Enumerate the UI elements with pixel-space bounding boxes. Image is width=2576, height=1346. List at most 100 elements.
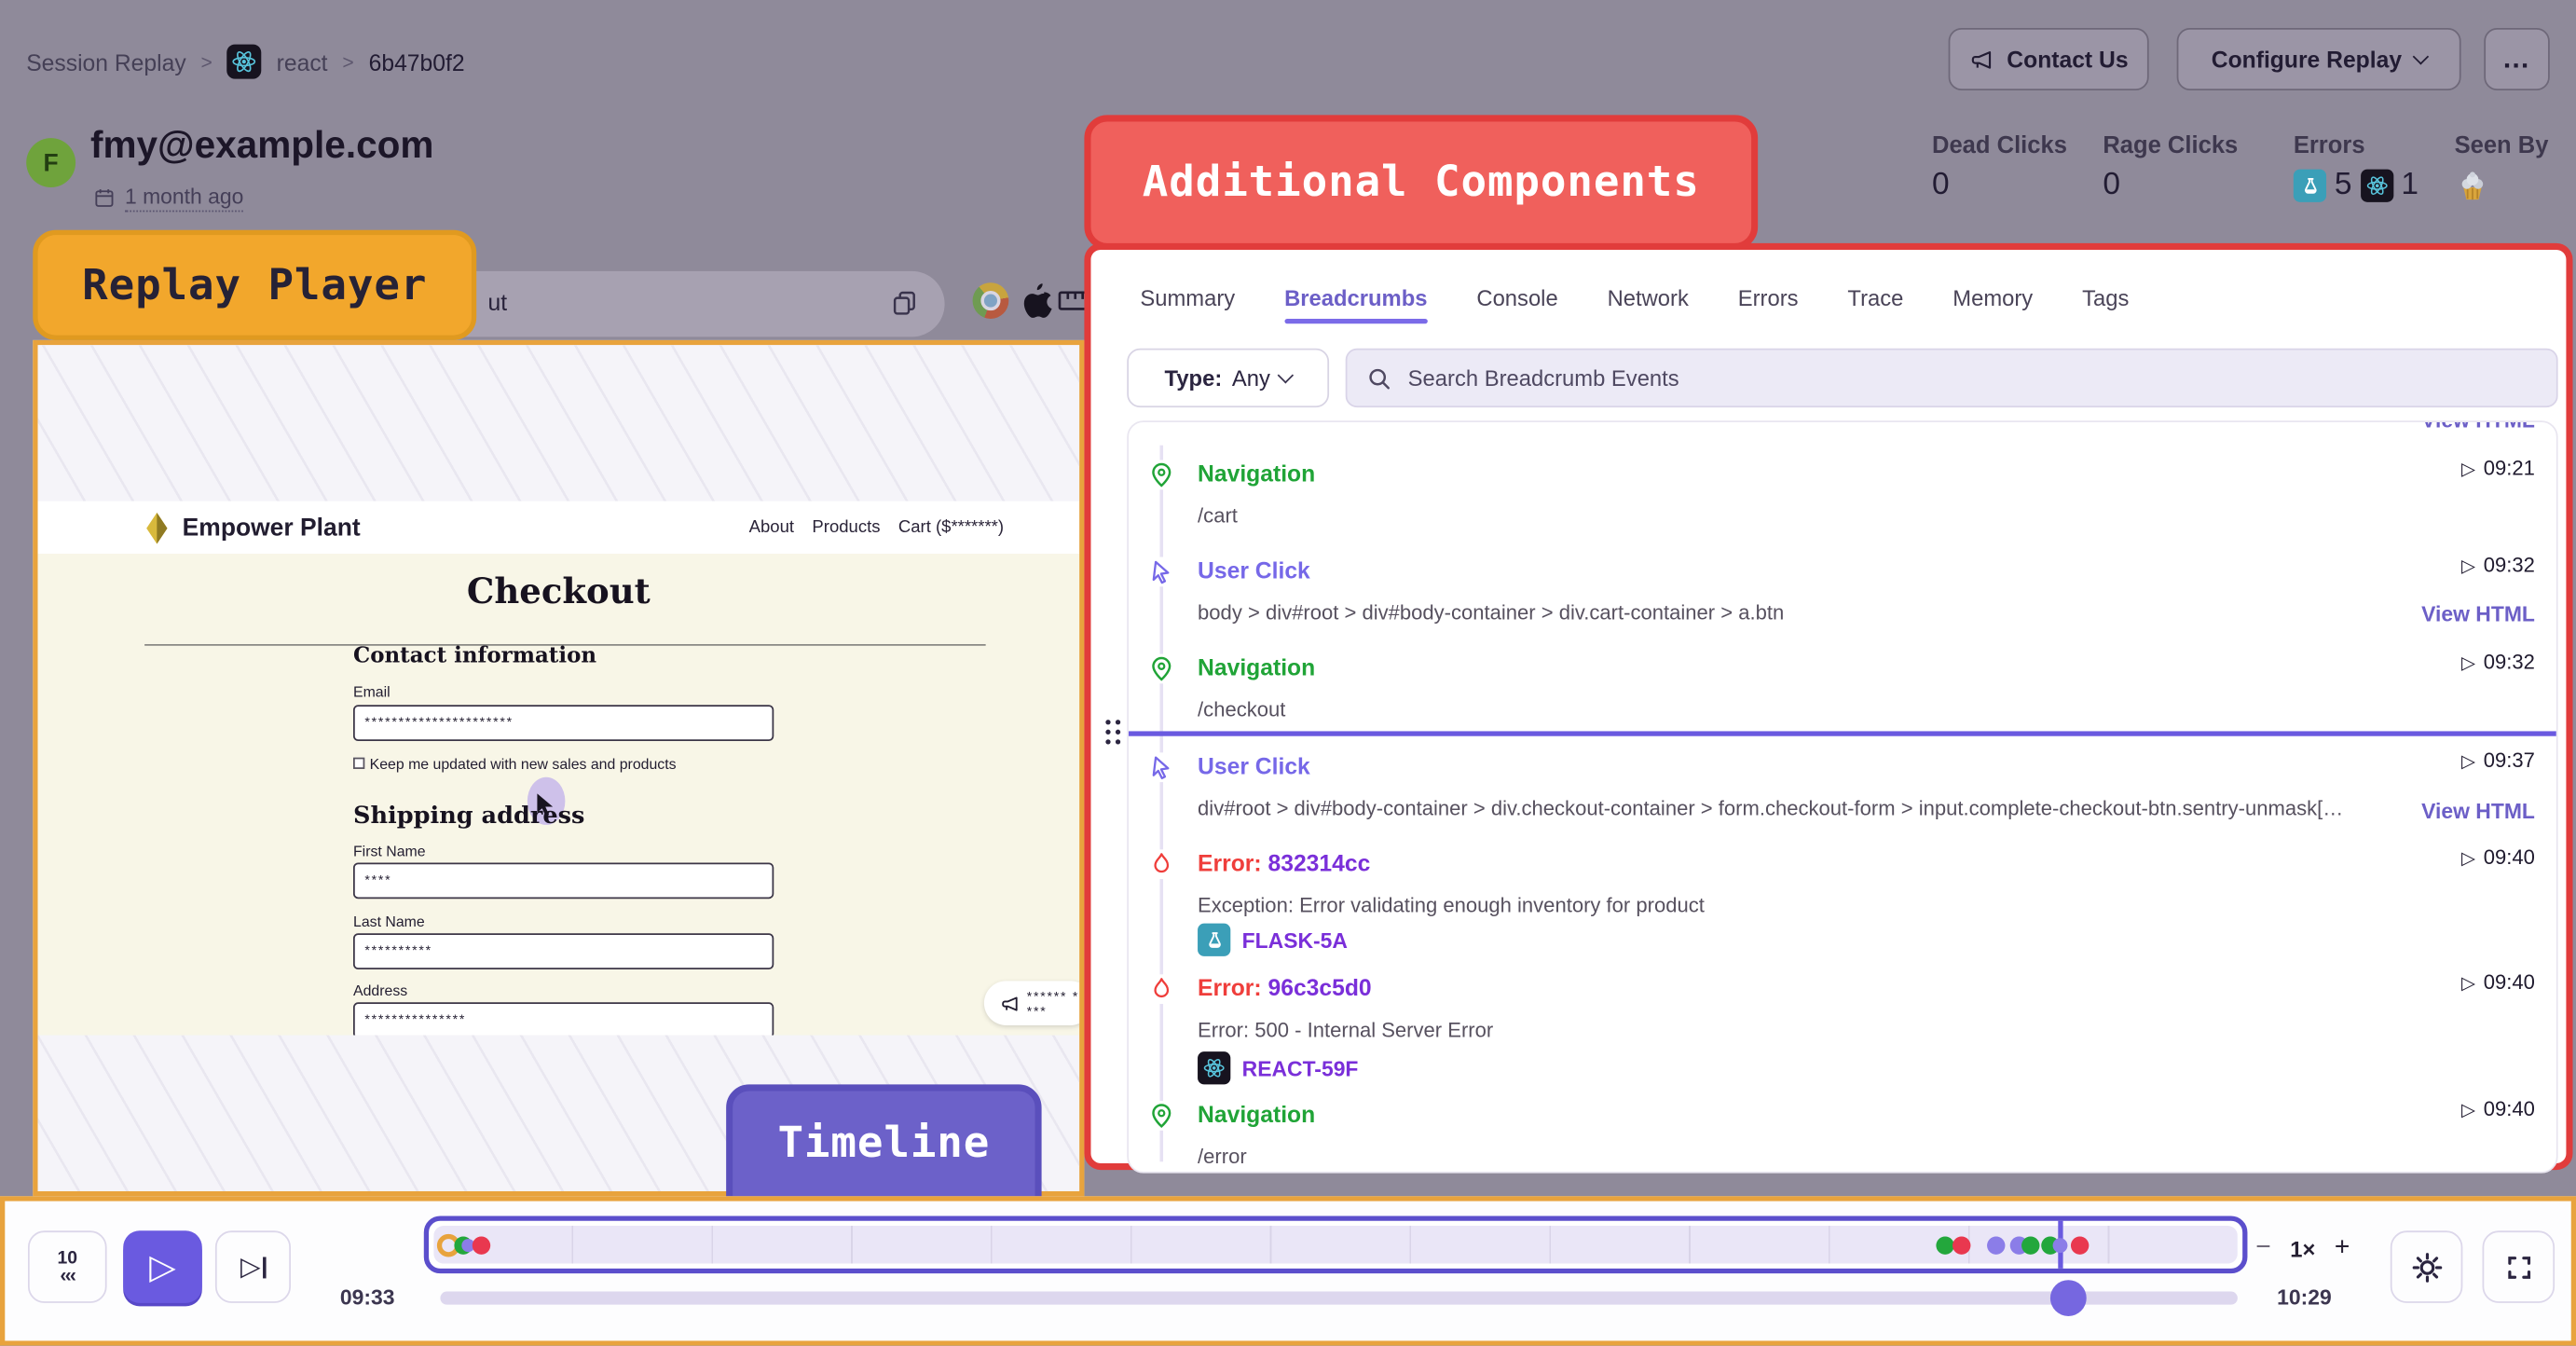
replay-age-label: 1 month ago: [125, 184, 243, 212]
user-email: fmy@example.com: [90, 123, 434, 168]
view-html-link[interactable]: View HTML: [2421, 601, 2535, 625]
issue-link[interactable]: REACT-59F: [1198, 1051, 1358, 1084]
panel-drag-handle[interactable]: [1104, 718, 1124, 744]
checkout-title: Checkout: [38, 570, 1080, 611]
breadcrumb-timestamp[interactable]: ▷09:21: [2461, 457, 2535, 480]
timeline-event-dot[interactable]: [2053, 1237, 2068, 1252]
breadcrumb-timestamp[interactable]: ▷09:32: [2461, 554, 2535, 577]
scrubber-bar[interactable]: [440, 1292, 2237, 1305]
apple-os-icon: [1014, 278, 1057, 323]
speed-increase-button[interactable]: +: [2335, 1234, 2350, 1264]
feedback-widget[interactable]: ****** * ***: [984, 981, 1079, 1025]
settings-button[interactable]: [2391, 1230, 2463, 1303]
navigation-pin-icon: [1146, 654, 1176, 684]
address-field[interactable]: ***************: [353, 1002, 774, 1035]
breadcrumb-connector-line: [1160, 446, 1164, 1162]
play-from-here-icon: ▷: [2461, 652, 2475, 673]
more-options-button[interactable]: …: [2484, 28, 2550, 90]
last-name-field[interactable]: **********: [353, 933, 774, 969]
tab-console[interactable]: Console: [1476, 286, 1557, 324]
first-name-field[interactable]: ****: [353, 862, 774, 899]
replay-controls-bar: 10 ‹‹‹ ▷ ▷ 09:33 − 1× + 10:29: [0, 1196, 2576, 1345]
type-filter-label: Type:: [1165, 365, 1223, 390]
play-from-here-icon: ▷: [2461, 847, 2475, 869]
breadcrumb-title: User Click: [1198, 752, 1310, 778]
view-html-link[interactable]: View HTML: [2421, 799, 2535, 823]
configure-replay-button[interactable]: Configure Replay: [2177, 28, 2461, 90]
site-nav-cart[interactable]: Cart ($*******): [898, 517, 1004, 537]
replay-url-text: ut: [488, 289, 508, 315]
rewind-10s-button[interactable]: 10 ‹‹‹: [28, 1230, 107, 1303]
annotation-timeline: Timeline: [726, 1084, 1041, 1202]
skip-to-end-button[interactable]: ▷: [215, 1230, 291, 1303]
newsletter-checkbox[interactable]: [353, 758, 364, 769]
calendar-icon: [93, 187, 115, 209]
play-from-here-icon: ▷: [2461, 555, 2475, 576]
breadcrumb-timestamp[interactable]: ▷09:32: [2461, 651, 2535, 674]
playhead-position-divider[interactable]: [1129, 731, 2556, 735]
timeline-track[interactable]: [433, 1226, 2238, 1264]
navigation-pin-icon: [1146, 1101, 1176, 1131]
type-filter-dropdown[interactable]: Type: Any: [1127, 349, 1329, 407]
issue-short-id: REACT-59F: [1242, 1056, 1359, 1080]
timeline-event-dot[interactable]: [472, 1236, 489, 1254]
replay-age[interactable]: 1 month ago: [93, 184, 243, 212]
current-time: 09:33: [340, 1284, 395, 1309]
annotation-replay-player: Replay Player: [33, 230, 476, 340]
breadcrumb-project[interactable]: react: [277, 48, 328, 75]
scrubber-handle[interactable]: [2050, 1280, 2087, 1316]
playback-speed[interactable]: 1×: [2290, 1237, 2315, 1261]
skip-icon: ▷: [240, 1250, 261, 1283]
flask-platform-icon: [2294, 170, 2326, 202]
replay-player[interactable]: Empower Plant About Products Cart ($****…: [33, 340, 1084, 1196]
stat-rage-clicks: Rage Clicks 0: [2103, 133, 2238, 204]
flame-error-icon: [1146, 974, 1176, 1004]
breadcrumb-timestamp[interactable]: ▷09:40: [2461, 846, 2535, 870]
megaphone-icon: [1001, 994, 1021, 1013]
newsletter-label: Keep me updated with new sales and produ…: [370, 756, 677, 773]
react-platform-icon: [1198, 1051, 1230, 1084]
shipping-heading: Shipping address: [353, 802, 584, 830]
timeline-event-dot[interactable]: [1987, 1236, 2005, 1254]
feedback-masked-text: ****** * ***: [1027, 988, 1079, 1018]
search-input[interactable]: [1404, 364, 2537, 391]
gear-icon: [2411, 1251, 2442, 1282]
email-field[interactable]: **********************: [353, 705, 774, 741]
speed-decrease-button[interactable]: −: [2255, 1234, 2270, 1264]
tab-memory[interactable]: Memory: [1953, 286, 2033, 324]
site-brand: Empower Plant: [143, 512, 360, 543]
play-button[interactable]: ▷: [123, 1230, 202, 1303]
configure-replay-label: Configure Replay: [2212, 46, 2402, 72]
breadcrumb-list[interactable]: View HTML Navigation ▷09:21 /cart User C…: [1127, 420, 2557, 1173]
react-error-count[interactable]: 1: [2401, 168, 2418, 204]
breadcrumb-session-replay[interactable]: Session Replay: [26, 48, 185, 75]
tab-tags[interactable]: Tags: [2082, 286, 2129, 324]
tab-trace[interactable]: Trace: [1847, 286, 1903, 324]
breadcrumb-timestamp[interactable]: ▷09:40: [2461, 971, 2535, 995]
first-name-label: First Name: [353, 843, 426, 859]
tab-errors[interactable]: Errors: [1738, 286, 1799, 324]
checkout-page: Checkout Contact information Email *****…: [38, 554, 1080, 1035]
breadcrumb-search[interactable]: [1346, 349, 2558, 407]
breadcrumb-timestamp[interactable]: ▷09:37: [2461, 749, 2535, 773]
tab-network[interactable]: Network: [1608, 286, 1689, 324]
contact-us-button[interactable]: Contact Us: [1949, 28, 2149, 90]
rewind-arrows-icon: ‹‹‹: [60, 1267, 75, 1284]
timeline-event-dot[interactable]: [2072, 1236, 2090, 1254]
timeline-event-dot[interactable]: [2021, 1236, 2039, 1254]
site-nav-products[interactable]: Products: [812, 517, 880, 537]
breadcrumb-timestamp[interactable]: ▷09:40: [2461, 1098, 2535, 1121]
timeline[interactable]: [424, 1216, 2248, 1273]
timeline-event-dot[interactable]: [1953, 1236, 1970, 1254]
tab-summary[interactable]: Summary: [1140, 286, 1235, 324]
copy-url-icon[interactable]: [890, 289, 918, 317]
site-nav-about[interactable]: About: [749, 517, 794, 537]
view-html-link[interactable]: View HTML: [2421, 420, 2535, 432]
stat-errors: Errors 5 1: [2294, 133, 2418, 204]
flask-error-count[interactable]: 5: [2335, 168, 2352, 204]
email-label: Email: [353, 683, 391, 700]
tab-breadcrumbs[interactable]: Breadcrumbs: [1284, 286, 1427, 324]
stat-seen-by: Seen By: [2455, 133, 2549, 204]
fullscreen-button[interactable]: [2483, 1230, 2555, 1303]
issue-link[interactable]: FLASK-5A: [1198, 924, 1348, 956]
